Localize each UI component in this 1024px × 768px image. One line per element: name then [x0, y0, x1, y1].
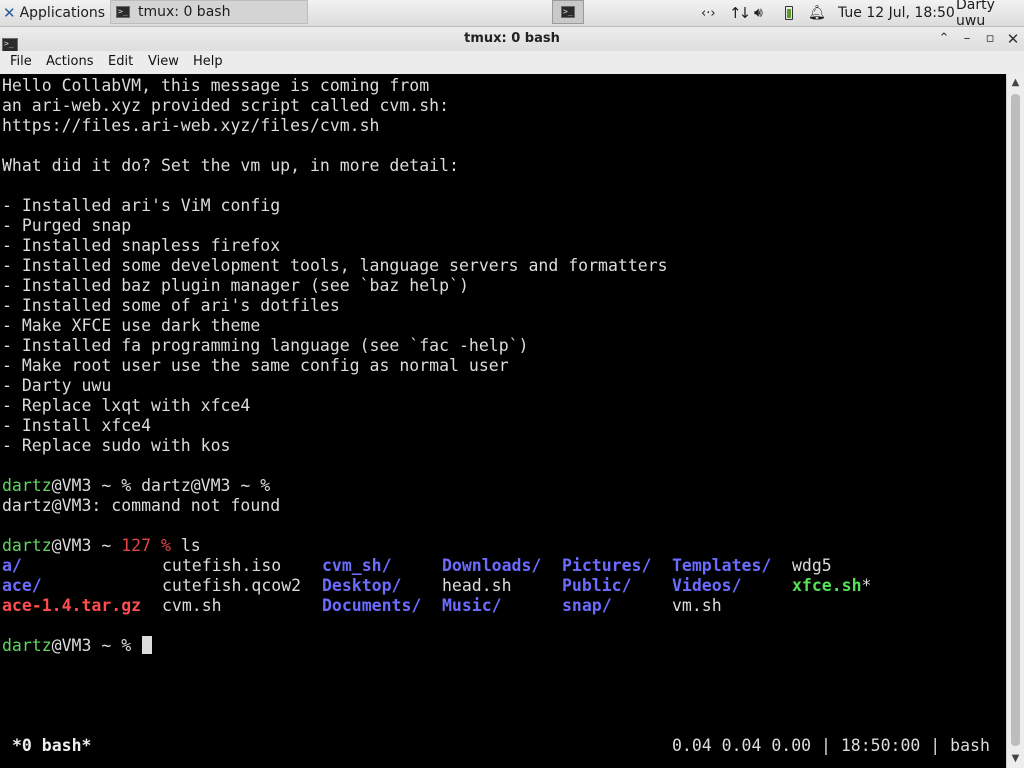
ls-entry-name: xfce.sh: [792, 576, 862, 595]
terminal-line: Hello CollabVM, this message is coming f…: [2, 76, 430, 95]
prompt-user: dartz: [2, 636, 52, 655]
terminal-line: https://files.ari-web.xyz/files/cvm.sh: [2, 116, 380, 135]
terminal-line: - Install xfce4: [2, 416, 152, 435]
ls-entry: cvm.sh: [162, 596, 222, 615]
ls-entry: Music/: [442, 596, 502, 615]
ls-entry: snap/: [562, 596, 612, 615]
prompt-user: dartz: [2, 476, 52, 495]
tmux-window-list[interactable]: *0 bash*: [12, 736, 91, 756]
menu-help[interactable]: Help: [193, 51, 223, 73]
terminal-line: an ari-web.xyz provided script called cv…: [2, 96, 450, 115]
ls-entry: cvm_sh/: [322, 556, 392, 575]
terminal-line: - Purged snap: [2, 216, 132, 235]
prompt-host: @VM3 ~: [51, 536, 122, 555]
ls-entry: cutefish.qcow2: [162, 576, 302, 595]
minimize-button[interactable]: –: [958, 27, 976, 51]
ls-entry: ace-1.4.tar.gz: [2, 596, 142, 615]
ls-entry: Pictures/: [562, 556, 652, 575]
terminal-line: - Installed ari's ViM config: [2, 196, 281, 215]
prompt-user: dartz: [2, 536, 52, 555]
terminal-line: What did it do? Set the vm up, in more d…: [2, 156, 459, 175]
ls-entry: ace/: [2, 576, 42, 595]
top-panel: ✕ Applications >_ tmux: 0 bash >_ ‹·› ↑↓…: [0, 0, 1024, 29]
terminal-line: - Installed snapless firefox: [2, 236, 281, 255]
xfce-logo-icon: ✕: [3, 4, 16, 22]
terminal-output[interactable]: Hello CollabVM, this message is coming f…: [0, 74, 1006, 768]
menu-actions[interactable]: Actions: [46, 51, 94, 73]
scroll-down-arrow-icon[interactable]: ▼: [1007, 750, 1024, 768]
close-button[interactable]: ✕: [1004, 27, 1022, 51]
ls-entry: a/: [2, 556, 22, 575]
prompt-host: @VM3 ~ %: [51, 476, 142, 495]
terminal-line: - Make XFCE use dark theme: [2, 316, 261, 335]
applications-menu-button[interactable]: ✕ Applications: [0, 0, 105, 26]
prompt-line: dartz@VM3 ~ %: [2, 636, 141, 656]
applications-label: Applications: [19, 5, 106, 21]
clock[interactable]: Tue 12 Jul, 18:50: [838, 0, 955, 26]
window-titlebar[interactable]: >_ tmux: 0 bash ⌃ – ▫ ✕: [0, 27, 1024, 52]
terminal-icon: >_: [116, 6, 130, 18]
window-title: tmux: 0 bash: [464, 31, 560, 46]
scroll-up-arrow-icon[interactable]: ▲: [1007, 74, 1024, 92]
scroll-thumb[interactable]: [1011, 94, 1020, 746]
ls-entry: Documents/: [322, 596, 422, 615]
terminal-icon: >_: [561, 6, 575, 18]
speaker-icon[interactable]: 🔊︎: [754, 0, 763, 26]
bell-icon[interactable]: 🔔︎: [808, 0, 826, 26]
ls-entry: vm.sh: [672, 596, 722, 615]
network-icon[interactable]: ‹·›: [701, 0, 716, 26]
terminal-line: - Installed some development tools, lang…: [2, 256, 668, 275]
prompt-command: ls: [170, 536, 201, 555]
tmux-status-right: 0.04 0.04 0.00 | 18:50:00 | bash: [672, 736, 990, 755]
terminal-line: - Installed baz plugin manager (see `baz…: [2, 276, 469, 295]
ls-entry: Desktop/: [322, 576, 402, 595]
terminal-line: - Installed some of ari's dotfiles: [2, 296, 340, 315]
workspace-switcher[interactable]: >_: [552, 0, 584, 24]
taskbar-window-label: tmux: 0 bash: [138, 4, 231, 20]
maximize-button[interactable]: ▫: [981, 27, 999, 51]
terminal-line: - Darty uwu: [2, 376, 112, 395]
menu-bar: File Actions Edit View Help: [0, 51, 1024, 74]
battery-icon[interactable]: [785, 0, 793, 26]
exit-status: 127 %: [121, 536, 171, 555]
ls-entry: wdg5: [792, 556, 832, 575]
shade-window-button[interactable]: ⌃: [935, 27, 953, 51]
up-down-arrows-icon[interactable]: ↑↓: [729, 0, 751, 26]
prompt-line: dartz@VM3 ~ % dartz@VM3 ~ %: [2, 476, 270, 496]
prompt-line: dartz@VM3 ~ 127 % ls: [2, 536, 201, 556]
scrollbar[interactable]: ▲ ▼: [1006, 74, 1024, 768]
exec-marker: *: [861, 576, 872, 595]
menu-view[interactable]: View: [148, 51, 179, 73]
taskbar-window-button[interactable]: >_ tmux: 0 bash: [110, 0, 308, 24]
terminal-line: - Make root user use the same config as …: [2, 356, 509, 375]
text-cursor: [142, 636, 152, 654]
ls-entry: xfce.sh*: [792, 576, 871, 596]
menu-file[interactable]: File: [10, 51, 32, 73]
prompt-command: dartz@VM3 ~ %: [141, 476, 271, 495]
ls-entry: Downloads/: [442, 556, 542, 575]
ls-entry: Videos/: [672, 576, 742, 595]
ls-entry: cutefish.iso: [162, 556, 282, 575]
user-menu[interactable]: Darty uwu: [956, 0, 1024, 29]
ls-entry: Templates/: [672, 556, 772, 575]
terminal-line: - Replace sudo with kos: [2, 436, 231, 455]
terminal-line: - Installed fa programming language (see…: [2, 336, 529, 355]
ls-entry: head.sh: [442, 576, 512, 595]
prompt-host: @VM3 ~ %: [51, 636, 142, 655]
ls-entry: Public/: [562, 576, 632, 595]
terminal-line: - Replace lxqt with xfce4: [2, 396, 251, 415]
error-line: dartz@VM3: command not found: [2, 496, 281, 515]
menu-edit[interactable]: Edit: [108, 51, 133, 73]
